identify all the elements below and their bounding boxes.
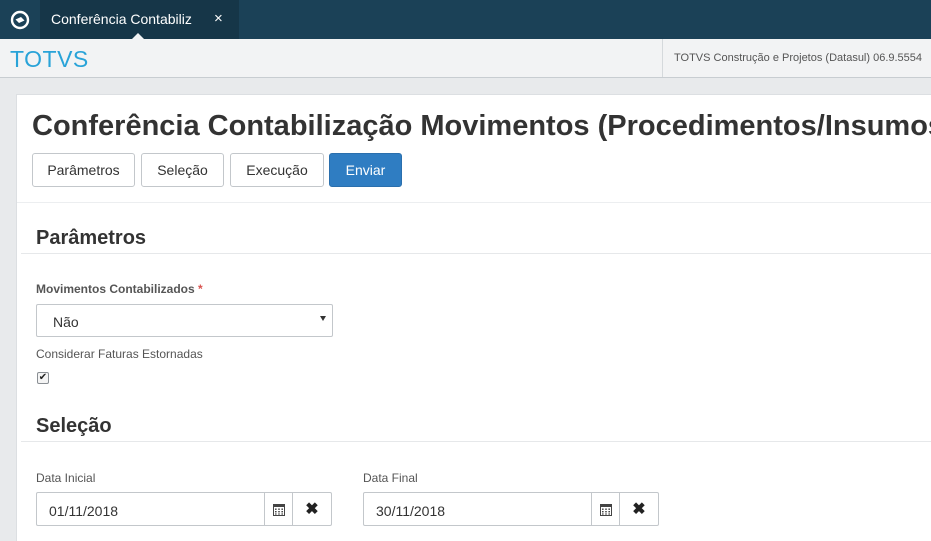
main-panel: Conferência Contabilização Movimentos (P… [16,94,931,541]
close-icon[interactable]: × [214,10,223,27]
movimentos-select-value: Não [53,314,79,330]
clear-icon[interactable]: ✖ [292,492,332,526]
movimentos-label: Movimentos Contabilizados * [36,282,203,296]
calendar-icon[interactable] [591,492,620,526]
caret-down-icon [320,316,326,321]
brand-logo[interactable]: TOTVS [10,46,89,73]
section-title-selecao: Seleção [36,415,112,437]
data-inicial-input[interactable]: 01/11/2018 [36,492,265,526]
selecao-button[interactable]: Seleção [141,153,224,187]
enviar-button[interactable]: Enviar [329,153,402,187]
calendar-icon[interactable] [264,492,293,526]
data-final-input[interactable]: 30/11/2018 [363,492,592,526]
faturas-label: Considerar Faturas Estornadas [36,347,203,361]
data-final-label: Data Final [363,471,418,485]
parametros-button[interactable]: Parâmetros [32,153,135,187]
data-inicial-label: Data Inicial [36,471,96,485]
movimentos-label-text: Movimentos Contabilizados [36,282,195,296]
data-inicial-group: 01/11/2018 ✖ [36,492,332,526]
movimentos-select[interactable]: Não [36,304,333,337]
execucao-button[interactable]: Execução [230,153,324,187]
app-header: TOTVS TOTVS Construção e Projetos (Datas… [0,39,931,78]
clear-icon[interactable]: ✖ [619,492,659,526]
faturas-checkbox[interactable]: ✔ [37,372,49,384]
tab-label: Conferência Contabiliz [51,11,192,27]
check-icon: ✔ [38,372,48,383]
tab-conferencia[interactable]: Conferência Contabiliz × [40,0,239,39]
divider [17,202,931,203]
totvs-logo-icon[interactable] [0,0,39,39]
top-bar: Conferência Contabiliz × [0,0,931,39]
company-info[interactable]: TOTVS Construção e Projetos (Datasul) 06… [662,39,931,77]
section-divider [21,441,931,442]
required-mark: * [198,282,203,296]
section-divider [21,253,931,254]
page-title: Conferência Contabilização Movimentos (P… [32,110,931,142]
data-final-group: 30/11/2018 ✖ [363,492,659,526]
section-title-parametros: Parâmetros [36,227,147,249]
